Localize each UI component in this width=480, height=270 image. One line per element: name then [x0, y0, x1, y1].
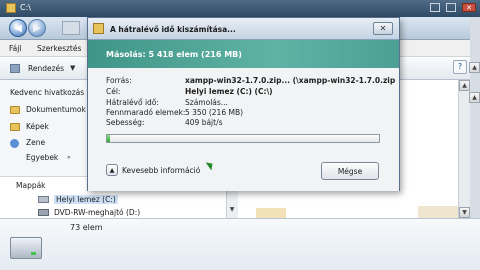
dialog-body: Forrás: xampp-win32-1.7.0.zip... (\xampp…: [88, 68, 399, 191]
copy-icon: [93, 23, 104, 34]
favorite-music[interactable]: Zene: [26, 138, 45, 147]
progress-fill: [107, 135, 110, 142]
time-remaining-value: Számolás...: [185, 98, 228, 107]
folder-icon: [6, 3, 16, 13]
window-title: C:\: [20, 3, 31, 12]
speed-label: Sebesség:: [106, 118, 145, 127]
minimize-icon[interactable]: [430, 3, 440, 12]
scroll-down-icon[interactable]: ▼: [227, 206, 237, 215]
folder-tree-item-d-drive[interactable]: DVD-RW-meghajtó (D:): [54, 208, 140, 217]
window-border: ▲ ▲: [469, 17, 480, 218]
close-icon[interactable]: ✕: [462, 3, 476, 12]
favorites-heading: Kedvenc hivatkozás: [10, 88, 85, 97]
destination-value: Helyi lemez (C:) (C:\): [185, 87, 273, 96]
copy-summary: Másolás: 5 418 elem (216 MB): [106, 50, 242, 59]
source-label: Forrás:: [106, 76, 132, 85]
item-count: 73 elem: [70, 223, 103, 232]
scroll-down-icon[interactable]: ▼: [459, 207, 470, 218]
chevron-double-right-icon[interactable]: »: [67, 154, 71, 161]
folder-item-icon[interactable]: [256, 208, 286, 218]
collapse-details-icon[interactable]: ▲: [106, 164, 118, 176]
dialog-title: A hátralévő idő kiszámítása...: [110, 25, 236, 34]
details-pane: 73 elem: [0, 218, 480, 270]
forward-button[interactable]: ▶: [28, 19, 46, 37]
less-info-button[interactable]: Kevesebb információ: [122, 166, 200, 175]
folder-tree-item-c-drive[interactable]: Helyi lemez (C:): [54, 195, 118, 204]
mouse-cursor-icon: [205, 159, 216, 171]
maximize-icon[interactable]: [446, 3, 456, 12]
cancel-button[interactable]: Mégse: [321, 162, 379, 180]
favorites-more[interactable]: Egyebek: [26, 153, 58, 162]
dvd-drive-icon: [38, 209, 49, 216]
help-icon[interactable]: ?: [453, 60, 467, 74]
scroll-up-icon[interactable]: ▲: [469, 92, 480, 103]
organize-icon: [10, 64, 20, 73]
menu-file[interactable]: Fájl: [9, 44, 21, 53]
chevron-down-icon[interactable]: ▼: [70, 64, 75, 72]
items-remaining-label: Fennmaradó elemek:: [106, 108, 186, 117]
favorite-pictures[interactable]: Képek: [26, 122, 49, 131]
address-bar[interactable]: [62, 21, 80, 35]
back-button[interactable]: ◀: [9, 19, 27, 37]
explorer-titlebar: C:\ ✕: [0, 0, 480, 17]
scroll-up-icon[interactable]: ▲: [459, 80, 470, 91]
documents-icon: [10, 106, 20, 114]
copy-progress-dialog: A hátralévő idő kiszámítása... ✕ Másolás…: [87, 17, 400, 191]
dialog-titlebar[interactable]: A hátralévő idő kiszámítása... ✕: [88, 18, 399, 40]
destination-label: Cél:: [106, 87, 121, 96]
source-value: xampp-win32-1.7.0.zip... (\xampp-win32-1…: [185, 76, 396, 85]
dialog-header: Másolás: 5 418 elem (216 MB): [88, 40, 399, 68]
drive-led-icon: [31, 252, 36, 255]
music-icon: [10, 139, 19, 148]
items-remaining-value: 5 350 (216 MB): [185, 108, 244, 117]
scroll-up-icon[interactable]: ▲: [469, 62, 480, 73]
drive-large-icon: [10, 237, 42, 259]
favorite-documents[interactable]: Dokumentumok: [26, 105, 86, 114]
organize-button[interactable]: Rendezés: [28, 64, 64, 73]
drive-icon: [38, 196, 49, 203]
file-item-icon[interactable]: [418, 206, 460, 218]
folders-heading[interactable]: Mappák: [16, 181, 46, 190]
copy-progress-bar: [106, 134, 380, 143]
time-remaining-label: Hátralévő idő:: [106, 98, 159, 107]
dialog-close-icon[interactable]: ✕: [373, 22, 393, 35]
pictures-icon: [10, 123, 20, 131]
speed-value: 409 bájt/s: [185, 118, 223, 127]
menu-edit[interactable]: Szerkesztés: [37, 44, 81, 53]
